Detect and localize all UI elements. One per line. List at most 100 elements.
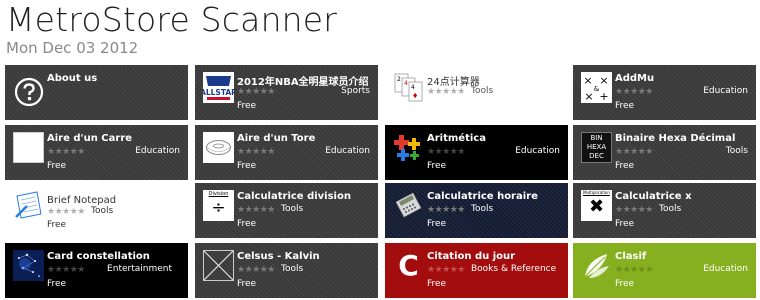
playing-cards-icon: 2 4 4 ♦ <box>393 72 424 103</box>
rating-stars: ★★★★★ <box>47 147 85 157</box>
app-name: Calculatrice x <box>615 191 692 202</box>
app-category: Education <box>325 146 370 156</box>
question-circle-icon <box>14 77 44 107</box>
app-tile-card-constellation[interactable]: Card constellation ★★★★★ Entertainment F… <box>5 243 188 298</box>
icon-label: ÷ <box>211 198 226 218</box>
app-tile-citation[interactable]: C Citation du jour ★★★★★ Books & Referen… <box>385 243 568 298</box>
svg-text:×: × <box>583 74 592 87</box>
app-price: Free <box>615 279 635 289</box>
app-name: AddMu <box>615 73 655 84</box>
icon-label: C <box>398 250 419 281</box>
rating-stars: ★★★★★ <box>615 87 653 97</box>
app-name: Card constellation <box>47 251 150 262</box>
app-category: Tools <box>471 204 494 214</box>
nba-allstar-icon: ALLSTAR <box>203 72 234 103</box>
app-tile-celsus-kalvin[interactable]: Celsus - Kalvin ★★★★★ Tools Free <box>195 243 378 298</box>
app-price: Free <box>615 101 635 111</box>
rating-stars: ★★★★★ <box>427 147 465 157</box>
rating-stars: ★★★★★ <box>427 265 465 275</box>
app-price: Free <box>237 101 257 111</box>
app-name: Calculatrice horaire <box>427 191 538 202</box>
app-price: Free <box>47 161 67 171</box>
square-icon <box>13 132 44 163</box>
app-tile-aire-carre[interactable]: Aire d'un Carre ★★★★★ Education Free <box>5 125 188 180</box>
app-name: Clasif <box>615 251 647 262</box>
app-grid: About us ALLSTAR 2012年NBA全明星球员介绍 ★★★★★ S… <box>0 0 760 300</box>
constellation-icon <box>13 250 44 281</box>
rating-stars: ★★★★★ <box>47 207 85 217</box>
app-category: Tools <box>281 204 304 214</box>
svg-text:4: 4 <box>411 84 415 91</box>
app-tile-about-us[interactable]: About us <box>5 65 188 120</box>
icon-label: Division <box>208 191 229 197</box>
rating-stars: ★★★★★ <box>237 147 275 157</box>
crossed-box-icon <box>203 250 234 281</box>
app-price: Free <box>427 219 447 229</box>
app-category: Tools <box>725 146 748 156</box>
leaves-icon <box>581 250 612 281</box>
app-tile-24[interactable]: 2 4 4 ♦ 24点计算器 ★★★★★ Tools <box>385 65 568 120</box>
rating-stars: ★★★★★ <box>427 87 465 97</box>
app-tile-binaire[interactable]: BIN HEXA DEC Binaire Hexa Décimal ★★★★★ … <box>573 125 756 180</box>
app-category: Entertainment <box>107 264 172 274</box>
app-price: Free <box>237 161 257 171</box>
app-category: Books & Reference <box>471 264 557 274</box>
app-tile-addmu[interactable]: × × & × + AddMu ★★★★★ Education Free <box>573 65 756 120</box>
torus-icon <box>203 132 234 163</box>
app-tile-aritmetica[interactable]: Aritmética ★★★★★ Education Free <box>385 125 568 180</box>
icon-label: Multiplication <box>583 190 610 195</box>
app-name: Citation du jour <box>427 251 516 262</box>
app-category: Tools <box>91 206 114 216</box>
svg-text:+: + <box>599 90 608 103</box>
app-category: Education <box>703 86 748 96</box>
rating-stars: ★★★★★ <box>615 205 653 215</box>
icon-label: HEXA <box>586 143 607 151</box>
multiply-icon: Multiplication ✖ <box>581 190 612 221</box>
app-name: Aritmética <box>427 133 486 144</box>
app-tile-aire-tore[interactable]: Aire d'un Tore ★★★★★ Education Free <box>195 125 378 180</box>
svg-text:4: 4 <box>404 80 408 87</box>
app-name: Binaire Hexa Décimal <box>615 133 736 144</box>
app-name: Aire d'un Carre <box>47 133 133 144</box>
app-name: Aire d'un Tore <box>237 133 316 144</box>
rating-stars: ★★★★★ <box>615 147 653 157</box>
app-tile-nba[interactable]: ALLSTAR 2012年NBA全明星球员介绍 ★★★★★ Sports Fre… <box>195 65 378 120</box>
icon-label: ✖ <box>588 196 605 217</box>
notepad-icon <box>13 190 44 221</box>
app-price: Free <box>237 279 257 289</box>
app-name: About us <box>47 73 98 84</box>
rating-stars: ★★★★★ <box>615 265 653 275</box>
app-price: Free <box>615 161 635 171</box>
app-tile-calc-horaire[interactable]: Calculatrice horaire ★★★★★ Tools Free <box>385 183 568 238</box>
app-tile-calc-division[interactable]: Division ÷ Calculatrice division ★★★★★ T… <box>195 183 378 238</box>
app-tile-calc-x[interactable]: Multiplication ✖ Calculatrice x ★★★★★ To… <box>573 183 756 238</box>
app-price: Free <box>237 219 257 229</box>
app-price: Free <box>47 220 67 230</box>
rating-stars: ★★★★★ <box>237 87 275 97</box>
icon-label: BIN <box>590 134 603 142</box>
app-name: Calculatrice division <box>237 191 351 202</box>
rating-stars: ★★★★★ <box>237 205 275 215</box>
svg-text:×: × <box>584 90 593 103</box>
app-price: Free <box>615 219 635 229</box>
rating-stars: ★★★★★ <box>427 205 465 215</box>
plus-blocks-icon <box>393 132 424 163</box>
division-icon: Division ÷ <box>203 190 234 221</box>
svg-text:2: 2 <box>397 76 401 83</box>
app-tile-brief-notepad[interactable]: Brief Notepad ★★★★★ Tools Free <box>5 183 188 238</box>
letter-c-icon: C <box>393 250 424 281</box>
app-name: Brief Notepad <box>47 195 117 206</box>
app-category: Tools <box>659 204 682 214</box>
app-tile-clasif[interactable]: Clasif ★★★★★ Education Free <box>573 243 756 298</box>
app-category: Education <box>515 146 560 156</box>
math-operators-icon: × × & × + <box>581 72 612 103</box>
app-category: Tools <box>281 264 304 274</box>
rating-stars: ★★★★★ <box>237 265 275 275</box>
app-category: Education <box>135 146 180 156</box>
app-name: Celsus - Kalvin <box>237 251 320 262</box>
app-category: Tools <box>471 86 494 96</box>
bin-hexa-dec-icon: BIN HEXA DEC <box>581 132 612 163</box>
app-category: Education <box>703 264 748 274</box>
app-price: Free <box>427 279 447 289</box>
svg-text:♦: ♦ <box>412 92 418 100</box>
